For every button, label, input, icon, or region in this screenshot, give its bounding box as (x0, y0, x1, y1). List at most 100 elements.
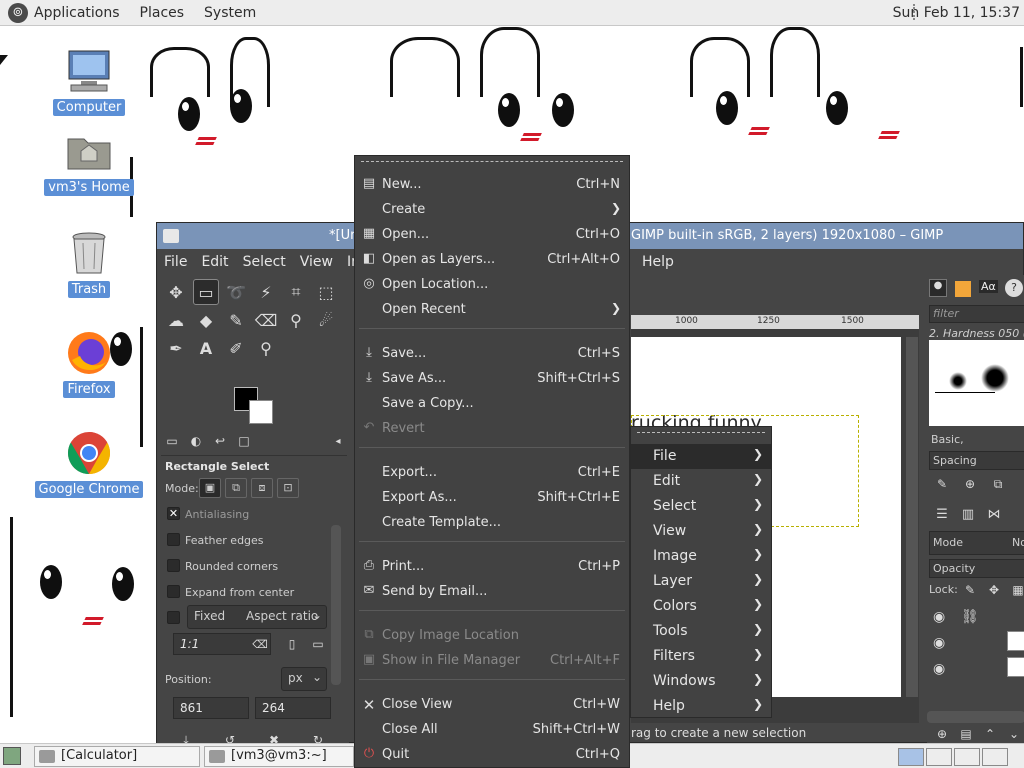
smudge-tool-icon[interactable]: ☄ (313, 307, 339, 333)
menu-item-save-copy[interactable]: Save a Copy... (355, 392, 629, 417)
clear-field-icon[interactable]: ⌫ (247, 631, 273, 657)
menu-item-save[interactable]: ⤓ Save... Ctrl+S (355, 342, 629, 367)
eraser-tool-icon[interactable]: ⌫ (253, 307, 279, 333)
desktop-icon-chrome[interactable]: Google Chrome (34, 429, 144, 498)
ctx-item-windows[interactable]: Windows ❯ (631, 669, 771, 694)
opacity-field[interactable]: Opacity (929, 559, 1024, 578)
menu-item-open[interactable]: ▦ Open... Ctrl+O (355, 223, 629, 248)
fuzzy-select-tool-icon[interactable]: ⚡ (253, 279, 279, 305)
task-terminal[interactable]: [vm3@vm3:~] (204, 746, 354, 767)
ctx-item-tools[interactable]: Tools ❯ (631, 619, 771, 644)
distro-logo-icon[interactable]: ⊚ (8, 2, 28, 23)
paintbrush-tool-icon[interactable]: ✎ (223, 307, 249, 333)
clone-tool-icon[interactable]: ⚲ (283, 307, 309, 333)
ctx-item-help[interactable]: Help ❯ (631, 694, 771, 719)
edit-brush-icon[interactable]: ✎ (929, 471, 955, 497)
portrait-icon[interactable]: ▯ (279, 631, 305, 657)
brush-filter-input[interactable]: filter (929, 305, 1024, 323)
system-menu[interactable]: System (204, 5, 256, 21)
duplicate-brush-icon[interactable]: ⧉ (985, 471, 1011, 497)
lock-position-icon[interactable]: ✥ (981, 577, 1007, 603)
ctx-item-edit[interactable]: Edit ❯ (631, 469, 771, 494)
show-desktop-icon[interactable] (3, 747, 21, 765)
brushes-tab-icon[interactable]: ● (929, 279, 947, 297)
ctx-item-layer[interactable]: Layer ❯ (631, 569, 771, 594)
menu-edit[interactable]: Edit (194, 254, 235, 270)
zoom-tool-icon[interactable]: ⚲ (253, 335, 279, 361)
workspace-4[interactable] (982, 748, 1008, 766)
tool-options-tab-icon[interactable]: ▭ (161, 430, 183, 452)
transform-tool-icon[interactable]: ⬚ (313, 279, 339, 305)
desktop-icon-trash[interactable]: Trash (34, 229, 144, 298)
menu-item-export[interactable]: Export... Ctrl+E (355, 461, 629, 486)
workspace-2[interactable] (926, 748, 952, 766)
desktop-icon-firefox[interactable]: Firefox (34, 329, 144, 398)
rect-select-tool-icon[interactable]: ▭ (193, 279, 219, 305)
fonts-tab-icon[interactable]: Aα (979, 280, 998, 293)
fixed-checkbox[interactable] (167, 611, 180, 624)
menu-item-export-as[interactable]: Export As... Shift+Ctrl+E (355, 486, 629, 511)
task-calculator[interactable]: [Calculator] (34, 746, 200, 767)
mode-add-button[interactable]: ⧉ (225, 478, 247, 498)
menu-item-create-template[interactable]: Create Template... (355, 511, 629, 536)
canvas-vertical-scrollbar[interactable] (906, 337, 918, 697)
menu-select[interactable]: Select (236, 254, 293, 270)
lasso-tool-icon[interactable]: ➰ (223, 279, 249, 305)
bucket-fill-tool-icon[interactable]: ◆ (193, 307, 219, 333)
paths-tool-icon[interactable]: ✒ (163, 335, 189, 361)
eye-icon[interactable]: ◉ (933, 661, 945, 677)
new-brush-icon[interactable]: ⊕ (957, 471, 983, 497)
places-menu[interactable]: Places (140, 5, 185, 21)
position-y-input[interactable]: 264 (255, 697, 331, 719)
eye-icon[interactable]: ◉ (933, 609, 945, 625)
workspace-1[interactable] (898, 748, 924, 766)
brush-preview-grid[interactable] (929, 340, 1024, 426)
warp-tool-icon[interactable]: ☁ (163, 307, 189, 333)
ctx-item-colors[interactable]: Colors ❯ (631, 594, 771, 619)
fixed-aspect-combo[interactable]: Fixed Aspect ratio ⌄ (187, 605, 327, 629)
ctx-item-view[interactable]: View ❯ (631, 519, 771, 544)
mode-replace-button[interactable]: ▣ (199, 478, 221, 498)
text-tool-icon[interactable]: A (193, 335, 219, 361)
menu-item-open-location[interactable]: ◎ Open Location... (355, 273, 629, 298)
color-picker-tool-icon[interactable]: ✐ (223, 335, 249, 361)
menu-item-open-recent[interactable]: Open Recent ❯ (355, 298, 629, 323)
menu-item-close-all[interactable]: Close All Shift+Ctrl+W (355, 718, 629, 743)
dock-menu-icon[interactable]: ◂ (327, 430, 349, 452)
menu-item-open-as-layers[interactable]: ◧ Open as Layers... Ctrl+Alt+O (355, 248, 629, 273)
lock-alpha-icon[interactable]: ▦ (1005, 577, 1024, 603)
menu-item-save-as[interactable]: ⤓ Save As... Shift+Ctrl+S (355, 367, 629, 392)
clock[interactable]: Sun Feb 11, 15:37 (893, 5, 1020, 21)
undo-history-tab-icon[interactable]: ↩ (209, 430, 231, 452)
rounded-checkbox[interactable] (167, 559, 180, 572)
channels-tab-icon[interactable]: ▥ (955, 501, 981, 527)
workspace-3[interactable] (954, 748, 980, 766)
layer-mode-combo[interactable]: Mode No (929, 531, 1024, 555)
menu-item-quit[interactable]: ⏻ Quit Ctrl+Q (355, 743, 629, 768)
menu-item-new[interactable]: ▤ New... Ctrl+N (355, 173, 629, 198)
menu-item-create[interactable]: Create ❯ (355, 198, 629, 223)
menu-file[interactable]: File (157, 254, 194, 270)
desktop-icon-home[interactable]: vm3's Home (34, 127, 144, 196)
device-status-tab-icon[interactable]: ◐ (185, 430, 207, 452)
paths-tab-icon[interactable]: ⋈ (981, 501, 1007, 527)
menu-tearoff[interactable] (637, 432, 765, 433)
menu-view[interactable]: View (293, 254, 340, 270)
menu-help[interactable]: Help (635, 254, 681, 270)
ctx-item-image[interactable]: Image ❯ (631, 544, 771, 569)
ctx-item-select[interactable]: Select ❯ (631, 494, 771, 519)
antialiasing-checkbox[interactable]: ✕ (167, 507, 180, 520)
tool-options-scrollbar[interactable] (331, 525, 341, 685)
feather-checkbox[interactable] (167, 533, 180, 546)
layers-tab-icon[interactable]: ☰ (929, 501, 955, 527)
help-tab-icon[interactable]: ? (1005, 279, 1023, 297)
images-tab-icon[interactable]: □ (233, 430, 255, 452)
layer-thumbnail-text[interactable] (1007, 631, 1024, 651)
background-color-swatch[interactable] (249, 400, 273, 424)
patterns-tab-icon[interactable] (955, 281, 971, 297)
position-x-input[interactable]: 861 (173, 697, 249, 719)
spacing-field[interactable]: Spacing (929, 451, 1024, 470)
menu-item-send-email[interactable]: ✉ Send by Email... (355, 580, 629, 605)
chain-icon[interactable]: ⛓ (961, 609, 979, 625)
window-menu-icon[interactable] (163, 229, 179, 243)
